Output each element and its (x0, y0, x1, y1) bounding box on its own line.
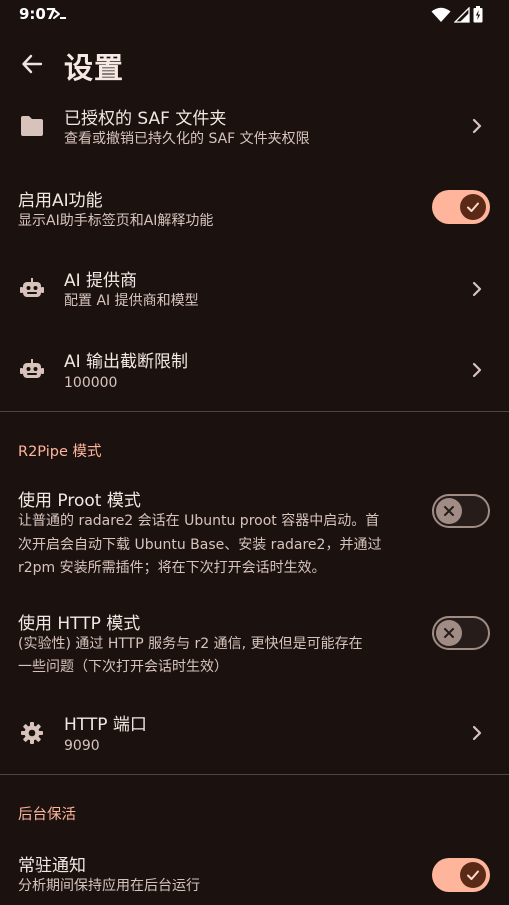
ai-output-limit-title: AI 输出截断限制 (64, 352, 189, 372)
status-icons (431, 5, 483, 27)
chevron-right-icon (466, 722, 488, 744)
battery-icon (473, 6, 483, 27)
proot-mode-subtitle-line-2: 次开启会自动下载 Ubuntu Base、安装 radare2，并通过 (18, 537, 382, 553)
http-mode-subtitle-line-2: 一些问题（下次打开会话时生效） (18, 659, 228, 675)
proot-mode-item[interactable]: 使用 Proot 模式 让普通的 radare2 会话在 Ubuntu proo… (0, 478, 509, 582)
close-icon (444, 506, 454, 516)
section-header-r2pipe: R2Pipe 模式 (18, 444, 102, 460)
check-icon (467, 202, 479, 212)
proot-mode-title: 使用 Proot 模式 (18, 491, 141, 511)
switch-knob (436, 620, 462, 646)
proot-mode-switch[interactable] (432, 494, 490, 528)
ai-output-limit-item[interactable]: AI 输出截断限制 100000 (0, 339, 509, 401)
proot-mode-subtitle-line-1: 让普通的 radare2 会话在 Ubuntu proot 容器中启动。首 (18, 513, 380, 529)
check-icon (467, 870, 479, 880)
folder-icon (18, 112, 46, 140)
http-port-item[interactable]: HTTP 端口 9090 (0, 702, 509, 764)
signal-icon (453, 5, 470, 27)
robot-icon (18, 275, 46, 303)
ai-output-limit-value: 100000 (64, 375, 118, 391)
section-header-background: 后台保活 (18, 807, 76, 823)
ai-provider-subtitle: 配置 AI 提供商和模型 (64, 293, 199, 309)
status-bar: 9:07 (0, 0, 509, 30)
divider (0, 774, 509, 775)
chevron-right-icon (466, 278, 488, 300)
chevron-right-icon (466, 359, 488, 381)
wifi-icon (431, 7, 451, 27)
divider (0, 411, 509, 412)
arrow-back-icon (22, 54, 43, 74)
saf-folders-item[interactable]: 已授权的 SAF 文件夹 查看或撤销已持久化的 SAF 文件夹权限 (0, 96, 509, 158)
gear-icon (18, 719, 46, 747)
app-bar: 设置 (0, 38, 509, 94)
enable-ai-switch[interactable] (432, 190, 490, 224)
http-mode-title: 使用 HTTP 模式 (18, 614, 141, 634)
enable-ai-subtitle: 显示AI助手标签页和AI解释功能 (18, 213, 214, 229)
switch-knob (436, 498, 462, 524)
http-mode-subtitle-line-1: (实验性) 通过 HTTP 服务与 r2 通信, 更快但是可能存在 (18, 636, 363, 652)
persistent-notification-title: 常驻通知 (18, 856, 86, 876)
saf-folders-title: 已授权的 SAF 文件夹 (64, 109, 227, 129)
status-time: 9:07 (19, 5, 57, 23)
switch-knob (460, 194, 486, 220)
http-mode-switch[interactable] (432, 616, 490, 650)
http-mode-item[interactable]: 使用 HTTP 模式 (实验性) 通过 HTTP 服务与 r2 通信, 更快但是… (0, 601, 509, 683)
http-port-title: HTTP 端口 (64, 715, 147, 735)
robot-icon (18, 356, 46, 384)
persistent-notification-switch[interactable] (432, 858, 490, 892)
ai-provider-item[interactable]: AI 提供商 配置 AI 提供商和模型 (0, 258, 509, 320)
ai-provider-title: AI 提供商 (64, 271, 138, 291)
saf-folders-subtitle: 查看或撤销已持久化的 SAF 文件夹权限 (64, 131, 310, 147)
page-title: 设置 (64, 51, 125, 85)
chevron-right-icon (466, 115, 488, 137)
proot-mode-subtitle-line-3: r2pm 安装所需插件；将在下次打开会话时生效。 (18, 560, 326, 576)
enable-ai-item[interactable]: 启用AI功能 显示AI助手标签页和AI解释功能 (0, 178, 509, 240)
back-button[interactable] (12, 44, 52, 84)
persistent-notification-item[interactable]: 常驻通知 分析期间保持应用在后台运行 (0, 843, 509, 905)
terminal-prompt-icon (52, 6, 68, 25)
http-port-value: 9090 (64, 738, 100, 754)
persistent-notification-subtitle: 分析期间保持应用在后台运行 (18, 878, 200, 894)
enable-ai-title: 启用AI功能 (18, 191, 103, 211)
close-icon (444, 628, 454, 638)
switch-knob (460, 862, 486, 888)
